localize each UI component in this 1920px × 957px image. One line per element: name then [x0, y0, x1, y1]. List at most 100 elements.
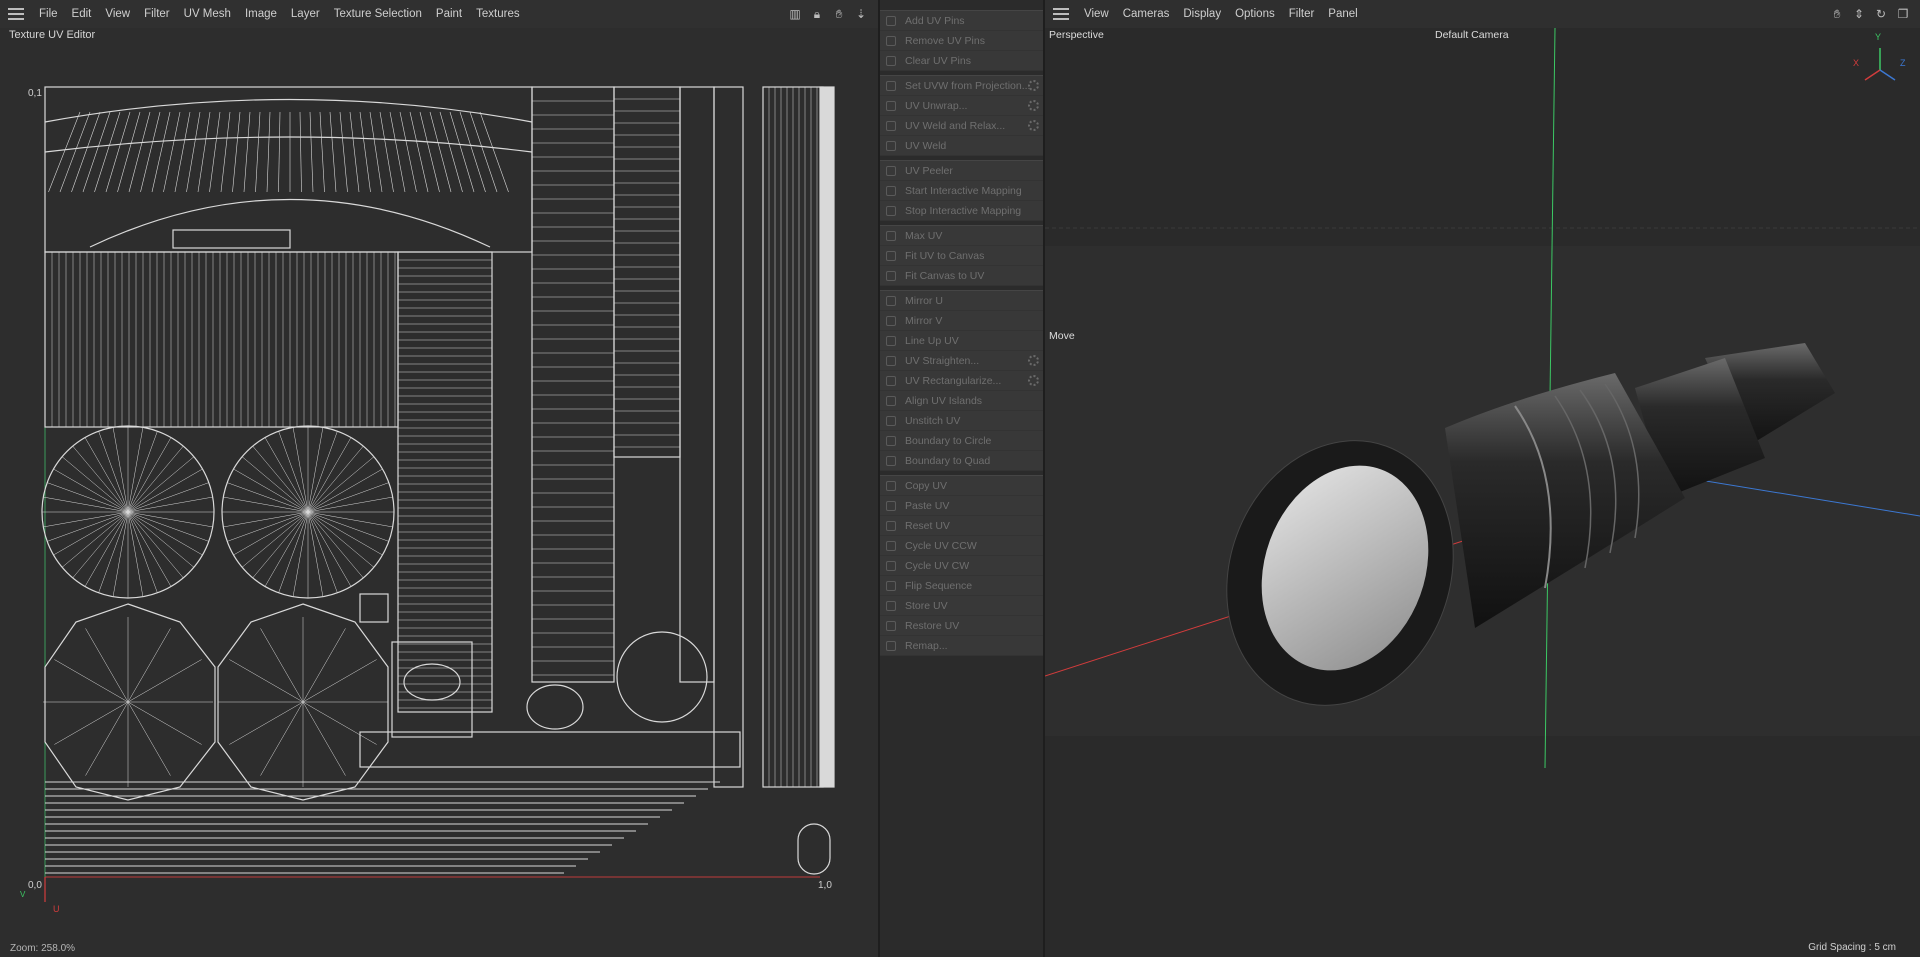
viewport-menu-view[interactable]: View	[1077, 0, 1116, 28]
gizmo-z-label: Z	[1900, 58, 1906, 68]
command-stop-interactive-mapping[interactable]: Stop Interactive Mapping	[880, 201, 1043, 221]
command-copy-uv[interactable]: Copy UV	[880, 476, 1043, 496]
command-align-uv-islands[interactable]: Align UV Islands	[880, 391, 1043, 411]
command-cycle-uv-ccw[interactable]: Cycle UV CCW	[880, 536, 1043, 556]
command-store-uv[interactable]: Store UV	[880, 596, 1043, 616]
command-label: UV Unwrap...	[905, 99, 968, 112]
uv-menu-uv-mesh[interactable]: UV Mesh	[177, 0, 238, 28]
uv-editor-tools: ▥ 🔒︎ ✋︎ ⇣	[788, 7, 868, 21]
3d-viewport[interactable]: View Cameras Display Options Filter Panel ✋︎ …	[1045, 0, 1920, 957]
command-max-uv[interactable]: Max UV	[880, 226, 1043, 246]
command-uv-unwrap[interactable]: UV Unwrap...	[880, 96, 1043, 116]
viewport-menu-display[interactable]: Display	[1176, 0, 1228, 28]
uv-menu-view[interactable]: View	[98, 0, 137, 28]
command-icon	[886, 480, 896, 491]
command-uv-rectangularize[interactable]: UV Rectangularize...	[880, 371, 1043, 391]
command-fit-uv-to-canvas[interactable]: Fit UV to Canvas	[880, 246, 1043, 266]
uv-menu-textures[interactable]: Textures	[469, 0, 526, 28]
gear-icon[interactable]	[1028, 80, 1039, 91]
uv-menu-image[interactable]: Image	[238, 0, 284, 28]
command-label: Reset UV	[905, 519, 950, 532]
pan-icon[interactable]: ✋︎	[1830, 7, 1844, 21]
texture-uv-editor-panel: File Edit View Filter UV Mesh Image Layer Textu…	[0, 0, 878, 957]
viewport-menu-options[interactable]: Options	[1228, 0, 1282, 28]
command-uv-straighten[interactable]: UV Straighten...	[880, 351, 1043, 371]
command-boundary-to-circle[interactable]: Boundary to Circle	[880, 431, 1043, 451]
command-paste-uv[interactable]: Paste UV	[880, 496, 1043, 516]
command-add-uv-pins[interactable]: Add UV Pins	[880, 11, 1043, 31]
move-arrow-icon[interactable]: ⇣	[854, 7, 868, 21]
uv-editor-menubar: File Edit View Filter UV Mesh Image Layer Textu…	[0, 0, 878, 28]
command-mirror-v[interactable]: Mirror V	[880, 311, 1043, 331]
gear-icon[interactable]	[1028, 355, 1039, 366]
axis-gizmo	[1864, 48, 1896, 81]
command-label: UV Peeler	[905, 164, 953, 177]
command-remove-uv-pins[interactable]: Remove UV Pins	[880, 31, 1043, 51]
maximize-icon[interactable]: ❐	[1896, 7, 1910, 21]
command-label: Flip Sequence	[905, 579, 973, 592]
uv-menu-edit[interactable]: Edit	[65, 0, 99, 28]
command-icon	[886, 500, 896, 511]
command-cycle-uv-cw[interactable]: Cycle UV CW	[880, 556, 1043, 576]
command-icon	[886, 415, 896, 426]
command-remap[interactable]: Remap...	[880, 636, 1043, 656]
command-restore-uv[interactable]: Restore UV	[880, 616, 1043, 636]
uv-menu-filter[interactable]: Filter	[137, 0, 177, 28]
command-icon	[886, 395, 896, 406]
command-uv-weld-and-relax[interactable]: UV Weld and Relax...	[880, 116, 1043, 136]
command-line-up-uv[interactable]: Line Up UV	[880, 331, 1043, 351]
command-label: Mirror U	[905, 294, 943, 307]
command-boundary-to-quad[interactable]: Boundary to Quad	[880, 451, 1043, 471]
rotate-icon[interactable]: ↻	[1874, 7, 1888, 21]
lock-icon[interactable]: 🔒︎	[810, 7, 824, 21]
command-set-uvw-from-projection[interactable]: Set UVW from Projection...	[880, 76, 1043, 96]
zoom-status: Zoom: 258.0%	[10, 943, 76, 954]
uv-menu-layer[interactable]: Layer	[284, 0, 327, 28]
command-group: Mirror U Mirror V Line Up UV UV Straighten.…	[880, 290, 1043, 471]
dolly-icon[interactable]: ⇕	[1852, 7, 1866, 21]
command-icon	[886, 435, 896, 446]
command-uv-weld[interactable]: UV Weld	[880, 136, 1043, 156]
hamburger-menu-icon[interactable]	[8, 8, 24, 20]
camera-label[interactable]: Default Camera	[1435, 29, 1509, 41]
gear-icon[interactable]	[1028, 120, 1039, 131]
command-flip-sequence[interactable]: Flip Sequence	[880, 576, 1043, 596]
grid-spacing-status: Grid Spacing : 5 cm	[1808, 942, 1896, 953]
viewport-menu-cameras[interactable]: Cameras	[1116, 0, 1177, 28]
command-label: Unstitch UV	[905, 414, 961, 427]
command-icon	[886, 295, 896, 306]
command-label: Mirror V	[905, 314, 943, 327]
viewport-menubar: View Cameras Display Options Filter Panel ✋︎ …	[1045, 0, 1920, 28]
viewport-scene[interactable]	[1045, 28, 1920, 957]
command-fit-canvas-to-uv[interactable]: Fit Canvas to UV	[880, 266, 1043, 286]
command-icon	[886, 120, 896, 131]
uv-map-canvas[interactable]	[20, 82, 850, 902]
command-clear-uv-pins[interactable]: Clear UV Pins	[880, 51, 1043, 71]
viewport-nav-tools: ✋︎ ⇕ ↻ ❐	[1830, 7, 1910, 21]
uv-menu-paint[interactable]: Paint	[429, 0, 469, 28]
uv-menu-file[interactable]: File	[32, 0, 65, 28]
gear-icon[interactable]	[1028, 375, 1039, 386]
uv-menu-texture-selection[interactable]: Texture Selection	[327, 0, 429, 28]
command-reset-uv[interactable]: Reset UV	[880, 516, 1043, 536]
gear-icon[interactable]	[1028, 100, 1039, 111]
command-icon	[886, 540, 896, 551]
command-group: Set UVW from Projection... UV Unwrap... UV…	[880, 75, 1043, 156]
command-icon	[886, 580, 896, 591]
viewport-menu-panel[interactable]: Panel	[1321, 0, 1364, 28]
command-label: Boundary to Quad	[905, 454, 991, 467]
projection-label[interactable]: Perspective	[1049, 29, 1104, 41]
command-unstitch-uv[interactable]: Unstitch UV	[880, 411, 1043, 431]
command-icon	[886, 15, 896, 26]
command-icon	[886, 185, 896, 196]
viewport-menu-filter[interactable]: Filter	[1282, 0, 1322, 28]
command-icon	[886, 100, 896, 111]
command-start-interactive-mapping[interactable]: Start Interactive Mapping	[880, 181, 1043, 201]
command-uv-peeler[interactable]: UV Peeler	[880, 161, 1043, 181]
pan-hand-icon[interactable]: ✋︎	[832, 7, 846, 21]
command-mirror-u[interactable]: Mirror U	[880, 291, 1043, 311]
command-label: Fit Canvas to UV	[905, 269, 985, 282]
layout-icon[interactable]: ▥	[788, 7, 802, 21]
viewport-hamburger-icon[interactable]	[1053, 8, 1069, 20]
command-label: Start Interactive Mapping	[905, 184, 1022, 197]
